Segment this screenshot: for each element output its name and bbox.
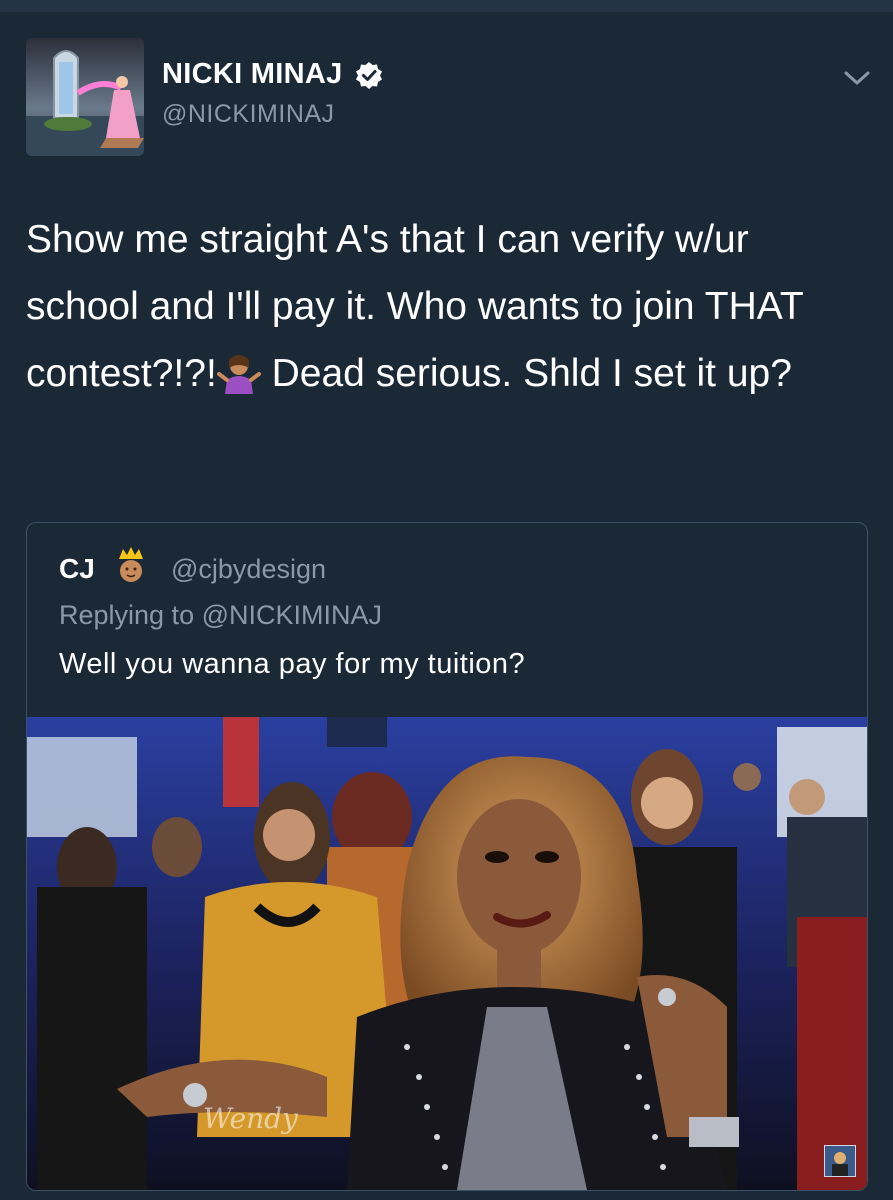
replying-to-label: Replying to @NICKIMINAJ [59, 600, 382, 630]
media-watermark: Wendy [203, 1102, 298, 1135]
tweet-text: Show me straight A's that I can verify w… [26, 206, 866, 407]
quoted-tweet-text: Well you wanna pay for my tuition? [59, 648, 526, 680]
author-name[interactable]: NICKI MINAJ [162, 58, 383, 91]
crown-person-emoji [119, 547, 143, 582]
chevron-down-icon[interactable] [843, 68, 871, 88]
person-shrugging-emoji [216, 355, 261, 394]
verified-badge-icon [355, 61, 382, 89]
media-photo [27, 717, 867, 1190]
quoted-media-image[interactable]: Wendy [27, 717, 867, 1190]
media-thumbnail-icon [824, 1145, 856, 1177]
quoted-author-name: CJ [59, 553, 95, 584]
author-name-text: NICKI MINAJ [162, 58, 343, 90]
top-bar [0, 0, 893, 12]
quoted-author-handle: @cjbydesign [171, 554, 326, 584]
avatar-image [26, 38, 144, 156]
tweet-text-part2: Dead serious. Shld I set it up? [260, 352, 792, 395]
author-avatar[interactable] [26, 38, 144, 156]
author-handle[interactable]: @NICKIMINAJ [162, 100, 335, 129]
quoted-tweet[interactable]: CJ @cjbydesign Replying to @NICKIMINAJ W… [26, 522, 868, 1191]
